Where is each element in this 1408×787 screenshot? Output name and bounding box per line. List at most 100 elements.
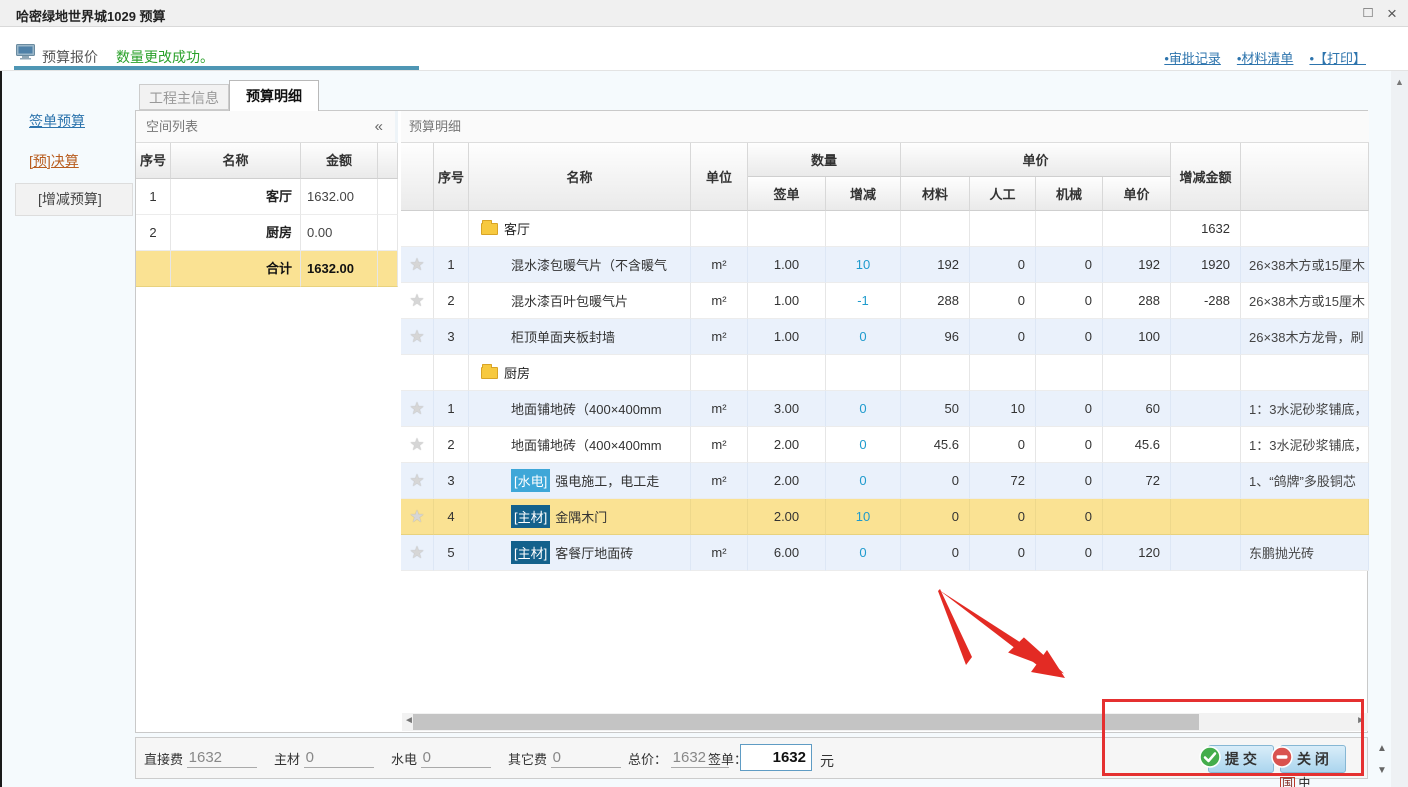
item-qty-sign: 1.00: [748, 319, 826, 355]
item-labor: 10: [970, 391, 1036, 427]
hydro-value[interactable]: 0: [421, 749, 491, 768]
toolbar-link[interactable]: •审批记录: [1164, 51, 1221, 66]
star-icon[interactable]: ★: [409, 291, 424, 311]
maximize-icon[interactable]: □: [1358, 4, 1378, 21]
close-minus-icon: [1271, 746, 1293, 768]
ime-country-icon[interactable]: 国: [1280, 777, 1295, 787]
item-material: 0: [901, 535, 970, 571]
item-change-amount: -288: [1171, 283, 1241, 319]
tab-project-info[interactable]: 工程主信息: [139, 84, 229, 110]
item-qty-sign: 1.00: [748, 247, 826, 283]
detail-group-row[interactable]: 客厅 1632: [401, 211, 1369, 247]
scroll-right-icon[interactable]: ►: [1356, 715, 1366, 726]
space-row[interactable]: 2 厨房 0.00: [136, 215, 398, 251]
detail-item-row[interactable]: ★ 2 地面铺地砖（400×400mm m² 2.00 0 45.6 0 0 4…: [401, 427, 1369, 463]
item-no: 1: [434, 391, 469, 427]
scroll-up-icon[interactable]: ▲: [1393, 77, 1406, 87]
detail-item-row[interactable]: ★ 4 [主材]金隅木门 2.00 10 0 0 0: [401, 499, 1369, 535]
close-icon[interactable]: ×: [1382, 4, 1402, 24]
detail-group-row[interactable]: 厨房: [401, 355, 1369, 391]
col-change-amount: 增减金额: [1171, 143, 1241, 211]
star-icon[interactable]: ★: [409, 543, 424, 563]
item-no: 3: [434, 319, 469, 355]
item-machine: 0: [1036, 391, 1103, 427]
item-name-cell: [水电]强电施工，电工走: [469, 463, 691, 499]
other-fee-value[interactable]: 0: [551, 749, 621, 768]
sidebar-item-sign-budget[interactable]: 签单预算: [29, 111, 85, 131]
total-label: 合计: [171, 251, 301, 287]
ime-mode-icon[interactable]: 中: [1298, 776, 1310, 787]
category-badge: [主材]: [511, 505, 550, 528]
item-no: 1: [434, 247, 469, 283]
sign-input[interactable]: [740, 744, 812, 771]
item-qty-change[interactable]: 10: [826, 247, 901, 283]
item-unit-price: [1103, 499, 1171, 535]
star-icon[interactable]: ★: [409, 435, 424, 455]
vertical-scrollbar[interactable]: ▲: [1391, 71, 1408, 787]
yuan-suffix: 元: [820, 751, 834, 771]
detail-item-row[interactable]: ★ 3 [水电]强电施工，电工走 m² 2.00 0 0 72 0 72 1、“…: [401, 463, 1369, 499]
star-icon[interactable]: ★: [409, 471, 424, 491]
detail-item-row[interactable]: ★ 2 混水漆百叶包暖气片 m² 1.00 -1 288 0 0 288 -28…: [401, 283, 1369, 319]
space-row-no: 1: [136, 179, 171, 215]
item-qty-sign: 1.00: [748, 283, 826, 319]
item-qty-change[interactable]: 0: [826, 427, 901, 463]
space-row-name: 厨房: [171, 215, 301, 251]
item-name-cell: 柜顶单面夹板封墙: [469, 319, 691, 355]
toolbar-link[interactable]: •材料清单: [1237, 51, 1294, 66]
item-material: 192: [901, 247, 970, 283]
collapse-icon[interactable]: «: [375, 111, 383, 143]
main-material-value[interactable]: 0: [304, 749, 374, 768]
star-icon[interactable]: ★: [409, 399, 424, 419]
scrollbar-thumb[interactable]: [413, 714, 1199, 730]
horizontal-scrollbar[interactable]: ◄ ►: [402, 713, 1368, 731]
star-icon[interactable]: ★: [409, 255, 424, 275]
col-qty-sign: 签单: [748, 177, 826, 211]
group-name-cell: 客厅: [469, 211, 691, 247]
item-unit-price: 60: [1103, 391, 1171, 427]
detail-item-row[interactable]: ★ 1 混水漆包暖气片（不含暖气 m² 1.00 10 192 0 0 192 …: [401, 247, 1369, 283]
sidebar-item-settlement[interactable]: [预]决算: [29, 151, 79, 171]
item-remark: 东鹏抛光砖: [1241, 535, 1369, 571]
star-icon[interactable]: ★: [409, 327, 424, 347]
item-qty-change[interactable]: 0: [826, 391, 901, 427]
item-qty-change[interactable]: 0: [826, 535, 901, 571]
item-labor: 72: [970, 463, 1036, 499]
content-area: 空间列表 « 预算明细 序号 名称 金额 1 客厅 1632.00 2 厨房 0…: [135, 110, 1368, 733]
item-unit-price: 45.6: [1103, 427, 1171, 463]
toolbar-link[interactable]: •【打印】: [1309, 51, 1366, 66]
detail-item-row[interactable]: ★ 1 地面铺地砖（400×400mm m² 3.00 0 50 10 0 60…: [401, 391, 1369, 427]
item-remark: 26×38木方龙骨，刷: [1241, 319, 1369, 355]
toolbar-links: •审批记录 •材料清单 •【打印】: [1148, 48, 1366, 67]
direct-fee-label: 直接费: [144, 752, 183, 767]
sidebar-item-addsub-budget[interactable]: [增减预算]: [15, 183, 133, 216]
tab-budget-detail[interactable]: 预算明细: [229, 80, 319, 111]
page-body: 签单预算 [预]决算 [增减预算] 工程主信息 预算明细 空间列表 « 预算明细…: [0, 71, 1408, 787]
space-table: 序号 名称 金额 1 客厅 1632.00 2 厨房 0.00 合计 1632.…: [136, 143, 398, 287]
spinner-up-icon[interactable]: ▲: [1377, 743, 1387, 754]
item-unit-price: 72: [1103, 463, 1171, 499]
star-icon[interactable]: ★: [409, 507, 424, 527]
other-fee-label: 其它费: [508, 752, 547, 767]
item-name: 金隅木门: [555, 507, 607, 526]
detail-item-row[interactable]: ★ 3 柜顶单面夹板封墙 m² 1.00 0 96 0 0 100 26×38木…: [401, 319, 1369, 355]
other-fee-field: 其它费 0: [508, 749, 621, 768]
item-qty-change[interactable]: 0: [826, 463, 901, 499]
direct-fee-value[interactable]: 1632: [187, 749, 257, 768]
item-qty-sign: 2.00: [748, 463, 826, 499]
group-change-amount: 1632: [1171, 211, 1241, 247]
item-qty-change[interactable]: 10: [826, 499, 901, 535]
item-qty-change[interactable]: -1: [826, 283, 901, 319]
group-change-amount: [1171, 355, 1241, 391]
col-no: 序号: [136, 143, 171, 179]
col-qty-group: 数量: [748, 143, 901, 177]
item-name-cell: 地面铺地砖（400×400mm: [469, 427, 691, 463]
item-qty-change[interactable]: 0: [826, 319, 901, 355]
space-row[interactable]: 1 客厅 1632.00: [136, 179, 398, 215]
detail-item-row[interactable]: ★ 5 [主材]客餐厅地面砖 m² 6.00 0 0 0 0 120 东鹏抛光砖: [401, 535, 1369, 571]
folder-icon[interactable]: [481, 223, 498, 235]
space-panel-title: 空间列表: [146, 119, 198, 134]
folder-icon[interactable]: [481, 367, 498, 379]
footer-bar: 直接费 1632 主材 0 水电 0 其它费 0 总价： 1632 签单： 元 …: [135, 737, 1368, 779]
item-labor: 0: [970, 535, 1036, 571]
